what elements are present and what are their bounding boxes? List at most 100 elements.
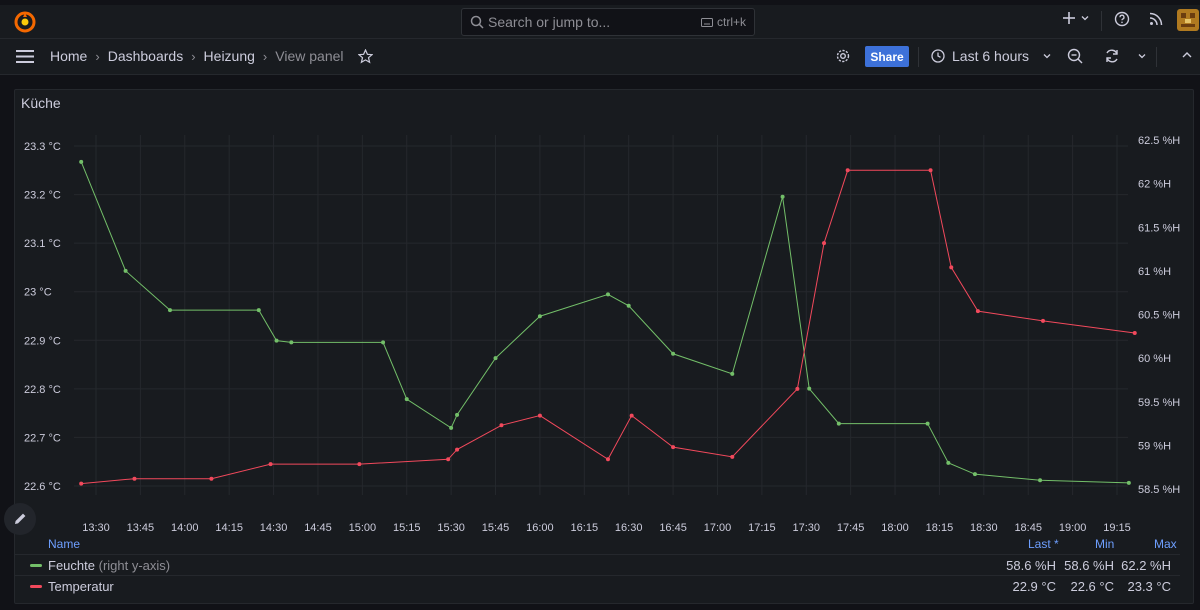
legend-swatch <box>30 564 42 567</box>
x-axis: 13:30 13:45 14:00 14:15 14:30 14:45 15:00 15:15… <box>82 522 1131 534</box>
data-point-temperatur <box>822 241 827 246</box>
x-tick-label: 14:00 <box>171 522 199 534</box>
data-point-feuchte <box>972 472 977 477</box>
data-point-temperatur <box>605 457 610 462</box>
y-left-tick-label: 23.1 °C <box>24 238 61 250</box>
data-point-feuchte <box>274 338 279 343</box>
data-point-temperatur <box>499 423 504 428</box>
y-right-tick-label: 62 %H <box>1138 179 1171 191</box>
data-point-feuchte <box>449 425 454 430</box>
data-point-feuchte <box>780 194 785 199</box>
chart-series <box>79 159 1137 486</box>
data-point-temperatur <box>1132 331 1137 335</box>
x-tick-label: 19:00 <box>1059 522 1087 534</box>
x-tick-label: 15:00 <box>349 522 377 534</box>
edit-pencil-button[interactable] <box>4 503 36 535</box>
legend-max-value: 62.2 %H <box>1121 558 1171 573</box>
data-point-feuchte <box>123 268 128 273</box>
x-tick-label: 17:45 <box>837 522 865 534</box>
data-point-feuchte <box>1038 478 1043 483</box>
data-point-temperatur <box>671 445 676 450</box>
y-right-tick-label: 59.5 %H <box>1138 397 1180 409</box>
data-point-temperatur <box>132 476 137 481</box>
legend-header-name[interactable]: Name <box>48 537 80 551</box>
legend-min-value: 22.6 °C <box>1070 579 1114 594</box>
x-tick-label: 15:15 <box>393 522 421 534</box>
legend-header-min[interactable]: Min <box>1095 537 1114 551</box>
legend-swatch <box>30 585 42 588</box>
x-tick-label: 18:30 <box>970 522 998 534</box>
x-tick-label: 15:45 <box>482 522 510 534</box>
data-point-temperatur <box>455 447 460 452</box>
x-tick-label: 18:15 <box>926 522 954 534</box>
y-right-tick-label: 60.5 %H <box>1138 310 1180 322</box>
y-left-tick-label: 22.6 °C <box>24 481 61 493</box>
x-tick-label: 18:00 <box>881 522 909 534</box>
x-tick-label: 16:45 <box>659 522 687 534</box>
data-point-temperatur <box>537 413 542 418</box>
x-tick-label: 17:00 <box>704 522 732 534</box>
data-point-feuchte <box>925 421 930 426</box>
data-point-temperatur <box>730 454 735 459</box>
x-tick-label: 14:45 <box>304 522 332 534</box>
y-right-tick-label: 61.5 %H <box>1138 222 1180 234</box>
data-point-feuchte <box>493 356 498 361</box>
data-point-feuchte <box>167 308 172 313</box>
y-right-tick-label: 59 %H <box>1138 440 1171 452</box>
data-point-feuchte <box>605 292 610 297</box>
legend-series-name: Temperatur <box>48 579 114 594</box>
data-point-temperatur <box>268 462 273 467</box>
y-left-tick-label: 23 °C <box>24 287 52 299</box>
x-tick-label: 14:30 <box>260 522 288 534</box>
legend-min-value: 58.6 %H <box>1064 558 1114 573</box>
data-point-temperatur <box>79 481 84 486</box>
x-tick-label: 17:30 <box>792 522 820 534</box>
y-left-tick-label: 22.7 °C <box>24 432 61 444</box>
legend-header-last[interactable]: Last * <box>1028 537 1059 551</box>
data-point-temperatur <box>209 476 214 481</box>
data-point-temperatur <box>928 168 933 173</box>
data-point-feuchte <box>836 421 841 426</box>
data-point-feuchte <box>404 397 409 402</box>
x-tick-label: 16:00 <box>526 522 554 534</box>
data-point-temperatur <box>1041 318 1046 323</box>
y-left-tick-label: 23.2 °C <box>24 190 61 202</box>
data-point-temperatur <box>446 457 451 462</box>
y-axis-right: 62.5 %H 62 %H 61.5 %H 61 %H 60.5 %H 60 %H 59.5… <box>1138 135 1180 496</box>
y-axis-left: 23.3 °C 23.2 °C 23.1 °C 23 °C 22.9 °C 22.8 °C… <box>24 141 61 493</box>
data-point-temperatur <box>629 413 634 418</box>
data-point-feuchte <box>807 386 812 391</box>
legend-header-max[interactable]: Max <box>1154 537 1177 551</box>
x-tick-label: 13:30 <box>82 522 110 534</box>
x-tick-label: 16:30 <box>615 522 643 534</box>
legend-row-feuchte[interactable]: Feuchte (right y-axis) 58.6 %H 58.6 %H 6… <box>14 554 1180 575</box>
data-point-temperatur <box>975 309 980 314</box>
y-left-tick-label: 22.9 °C <box>24 335 61 347</box>
data-point-feuchte <box>79 159 84 164</box>
data-point-temperatur <box>357 462 362 467</box>
data-point-feuchte <box>455 412 460 417</box>
data-point-feuchte <box>1126 480 1131 485</box>
series-line-feuchte <box>80 161 1129 484</box>
legend-row-temperatur[interactable]: Temperatur 22.9 °C 22.6 °C 23.3 °C <box>14 575 1180 596</box>
legend-last-value: 58.6 %H <box>1006 558 1056 573</box>
y-left-tick-label: 23.3 °C <box>24 141 61 153</box>
x-tick-label: 18:45 <box>1014 522 1042 534</box>
data-point-feuchte <box>671 351 676 356</box>
time-series-chart[interactable]: 23.3 °C 23.2 °C 23.1 °C 23 °C 22.9 °C 22.8 °C… <box>0 0 1200 610</box>
series-line-temperatur <box>81 169 1135 485</box>
y-right-tick-label: 60 %H <box>1138 353 1171 365</box>
x-tick-label: 14:15 <box>215 522 243 534</box>
legend-series-name: Feuchte (right y-axis) <box>48 558 171 573</box>
legend-last-value: 22.9 °C <box>1012 579 1056 594</box>
x-tick-label: 13:45 <box>127 522 155 534</box>
chart-grid <box>74 135 1128 495</box>
data-point-feuchte <box>381 340 386 345</box>
pencil-icon <box>15 513 26 524</box>
data-point-feuchte <box>946 460 951 465</box>
data-point-feuchte <box>289 340 294 345</box>
data-point-feuchte <box>537 314 542 319</box>
data-point-temperatur <box>795 386 800 391</box>
legend-max-value: 23.3 °C <box>1127 579 1171 594</box>
x-tick-label: 17:15 <box>748 522 776 534</box>
